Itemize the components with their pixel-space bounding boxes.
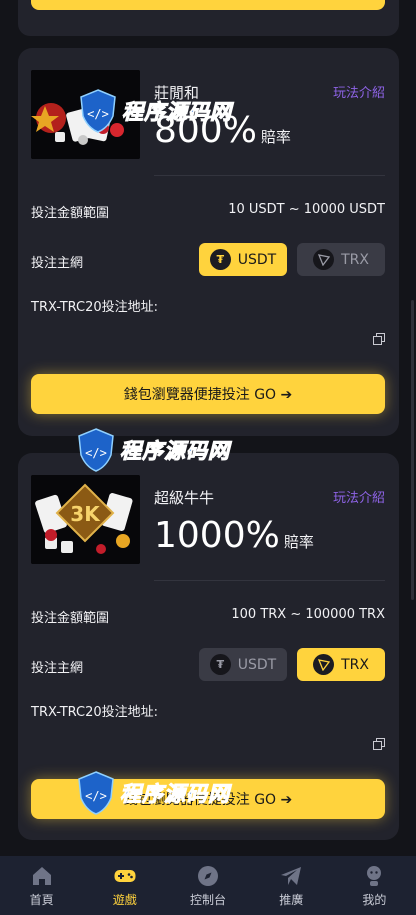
divider — [154, 175, 385, 176]
network-label: 投注主網 — [31, 256, 84, 271]
network-usdt-button[interactable]: ₮ USDT — [199, 243, 287, 276]
network-usdt-label: USDT — [237, 656, 277, 673]
game-card: 莊閒和 玩法介紹 800% 賠率 投注金額範圍 10 USDT ~ 10000 U… — [18, 48, 399, 436]
nav-label: 推廣 — [279, 892, 304, 907]
nav-item-console[interactable]: 控制台 — [166, 856, 249, 915]
scrollbar[interactable] — [411, 300, 414, 600]
odds-value: 1000% — [154, 515, 280, 556]
game-name: 超級牛牛 — [154, 489, 215, 507]
wallet-browser-go-button[interactable]: 錢包瀏覽器便捷投注 GO ➔ — [31, 374, 385, 414]
nav-item-home[interactable]: 首頁 — [0, 856, 83, 915]
how-to-play-link[interactable]: 玩法介紹 — [333, 82, 385, 101]
copy-icon[interactable] — [373, 738, 385, 750]
bet-range-label: 投注金額範圍 — [31, 611, 110, 626]
game-name: 莊閒和 — [154, 84, 200, 102]
odds-label: 賠率 — [283, 533, 314, 551]
how-to-play-link[interactable]: 玩法介紹 — [333, 487, 385, 506]
network-trx-button[interactable]: TRX — [297, 648, 385, 681]
network-usdt-label: USDT — [237, 251, 277, 268]
odds-display: 800% 賠率 — [154, 110, 291, 151]
nav-label: 我的 — [362, 892, 387, 907]
tether-icon: ₮ — [209, 249, 231, 270]
odds-value: 800% — [154, 110, 257, 151]
bet-address-label: TRX-TRC20投注地址: — [31, 300, 159, 315]
divider — [154, 580, 385, 581]
odds-label: 賠率 — [260, 128, 291, 146]
odds-display: 1000% 賠率 — [154, 515, 314, 556]
network-trx-button[interactable]: TRX — [297, 243, 385, 276]
user-icon — [367, 865, 382, 886]
previous-go-button[interactable] — [31, 0, 385, 10]
bet-address-label: TRX-TRC20投注地址: — [31, 705, 159, 720]
copy-icon[interactable] — [373, 333, 385, 345]
compass-icon — [198, 865, 218, 886]
previous-card — [18, 0, 399, 36]
network-usdt-button[interactable]: ₮ USDT — [199, 648, 287, 681]
paper-plane-icon — [281, 866, 302, 885]
nav-item-promotion[interactable]: 推廣 — [250, 856, 333, 915]
bet-range-value: 10 USDT ~ 10000 USDT — [228, 202, 385, 217]
home-icon — [32, 866, 51, 885]
nav-label: 控制台 — [190, 892, 227, 907]
gamepad-icon — [114, 869, 136, 882]
network-label: 投注主網 — [31, 661, 84, 676]
tether-icon: ₮ — [209, 654, 231, 675]
game-card: 3K 超級牛牛 玩法介紹 1000% 賠率 投注金額範圍 100 TRX ~ 10… — [18, 453, 399, 840]
game-thumbnail — [31, 70, 140, 159]
bottom-nav: 首頁 遊戲 控制台 推廣 我的 — [0, 856, 416, 915]
nav-item-profile[interactable]: 我的 — [333, 856, 416, 915]
tron-icon — [313, 249, 335, 270]
nav-label: 首頁 — [29, 892, 54, 907]
wallet-browser-go-button[interactable]: 錢包瀏覽器便捷投注 GO ➔ — [31, 779, 385, 819]
game-thumbnail: 3K — [31, 475, 140, 564]
thumbnail-logo-text: 3K — [70, 502, 101, 526]
tron-icon — [313, 654, 335, 675]
bet-range-label: 投注金額範圍 — [31, 206, 110, 221]
network-trx-label: TRX — [341, 656, 369, 673]
bet-range-value: 100 TRX ~ 100000 TRX — [231, 607, 385, 622]
network-trx-label: TRX — [341, 251, 369, 268]
nav-label: 遊戲 — [112, 892, 137, 907]
nav-item-games[interactable]: 遊戲 — [83, 856, 166, 915]
